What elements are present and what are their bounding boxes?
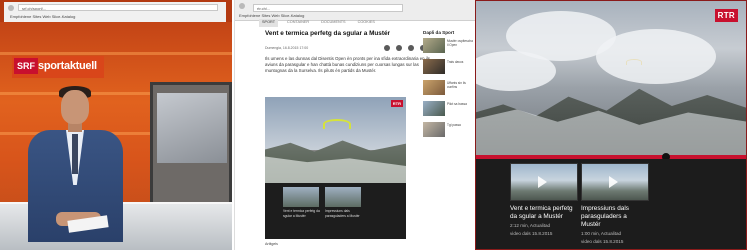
sidebar-item[interactable]: Uffants sin ils cunfins — [423, 80, 475, 99]
presenter — [28, 82, 138, 242]
related-videos-panel: Vent e termica perfetg da sgular a Musté… — [476, 159, 746, 249]
presenter-tie — [72, 134, 78, 174]
article-headline: Vent e termica perfetg da sgular a Musté… — [265, 30, 391, 37]
article-meta: Dumengia, 16.8.2015 17:00 — [265, 46, 309, 50]
sidebar-item[interactable]: Tgi passa — [423, 122, 475, 141]
sidebar-heading: Dapli da Sport — [423, 30, 455, 35]
browser-chrome: srf.ch/sport/... Empfohlene Sites Web Sl… — [4, 2, 226, 23]
video-card-date: video dals 15.8.2015 — [581, 239, 624, 244]
sidebar-thumb — [423, 122, 445, 137]
site-nav: SPORT CONTAINER DOCUMENTS COOKIES — [259, 19, 378, 27]
sidebar-item-label: Trais davos — [447, 60, 464, 64]
bookmarks-bar[interactable]: Empfohlene Sites Web Slice-Katalog — [10, 14, 75, 19]
related-video-label[interactable]: Impressiuns dals parasguladers a Mustér — [325, 209, 363, 218]
fullscreen-player-panel: RTR Vent e termica perfetg da sgular a M… — [475, 0, 747, 250]
srf-logo: SRF — [14, 58, 38, 74]
studio-scene: SRF sportaktuell — [0, 22, 232, 250]
tv-broadcast-panel: srf.ch/sport/... Empfohlene Sites Web Sl… — [0, 0, 232, 250]
video-card-thumb[interactable] — [510, 163, 578, 201]
sidebar-thumb — [423, 59, 445, 74]
rtr-logo: RTR — [714, 9, 738, 22]
sidebar-item[interactable]: Pilot sa bassa — [423, 101, 475, 120]
back-icon[interactable] — [239, 3, 245, 9]
share-actions — [384, 45, 426, 51]
sidebar-thumb — [423, 38, 445, 53]
share-icon[interactable] — [384, 45, 390, 51]
related-videos-strip: Vent e termica perfetg da sgular a Musté… — [265, 183, 406, 239]
address-bar[interactable]: rtr.ch/... — [253, 4, 403, 12]
nav-item[interactable]: SPORT — [259, 19, 279, 27]
cloud — [596, 29, 716, 84]
sidebar-item-label: Uffants sin ils cunfins — [447, 81, 466, 89]
related-video-thumb[interactable] — [283, 187, 319, 207]
video-card-duration: 2:12 min, Actualitad — [510, 223, 551, 228]
sidebar-item-label: Tgi passa — [447, 123, 461, 127]
mail-icon[interactable] — [408, 45, 414, 51]
studio-light-stripe — [0, 52, 232, 55]
sportaktuell-logo: sportaktuell — [38, 60, 97, 72]
paraglider-icon — [323, 119, 351, 129]
nav-item[interactable]: CONTAINER — [284, 19, 312, 27]
studio-monitor — [150, 82, 232, 212]
video-card[interactable]: Vent e termica perfetg da sgular a Musté… — [510, 163, 578, 237]
related-video-thumb[interactable] — [325, 187, 361, 207]
related-video-label[interactable]: Vent e termica perfetg da sgular a Musté… — [283, 209, 321, 218]
play-icon[interactable] — [538, 176, 547, 188]
video-card-duration: 1:00 min, Actualitad — [581, 231, 622, 236]
browser-chrome: rtr.ch/... Empfohlene Sites Web Slice-Ka… — [235, 0, 475, 21]
monitor-image — [157, 93, 227, 163]
play-icon[interactable] — [609, 176, 618, 188]
sidebar-thumb — [423, 101, 445, 116]
article-body: Ils umens e las dunnas dal Disentis Open… — [265, 56, 430, 73]
paraglider-icon — [626, 59, 642, 65]
sidebar-item-label: Pilot sa bassa — [447, 102, 467, 106]
address-bar[interactable]: srf.ch/sport/... — [18, 4, 218, 11]
rtr-logo: RTR — [390, 100, 403, 107]
back-icon[interactable] — [8, 5, 14, 11]
sidebar-item-label: Mustér ospitescha il Open — [447, 39, 473, 47]
presenter-head — [61, 90, 89, 124]
video-card-title[interactable]: Impressiuns dals parasguladers a Mustér — [581, 205, 647, 229]
video-card-thumb[interactable] — [581, 163, 649, 201]
video-frame[interactable] — [476, 1, 746, 159]
nav-item[interactable]: DOCUMENTS — [318, 19, 348, 27]
nav-item[interactable]: COOKIES — [355, 19, 378, 27]
video-card-title[interactable]: Vent e termica perfetg da sgular a Musté… — [510, 205, 576, 221]
bookmarks-bar[interactable]: Empfohlene Sites Web Slice-Katalog — [239, 13, 304, 18]
article-page-panel: rtr.ch/... Empfohlene Sites Web Slice-Ka… — [234, 0, 475, 250]
video-card-date: video dals 15.8.2015 — [510, 231, 553, 236]
print-icon[interactable] — [396, 45, 402, 51]
footer-label[interactable]: Artitgels — [265, 242, 278, 246]
sidebar-item[interactable]: Trais davos — [423, 59, 475, 78]
sidebar-item[interactable]: Mustér ospitescha il Open — [423, 38, 475, 57]
sidebar: Dapli da Sport Mustér ospitescha il Open… — [423, 30, 475, 143]
video-card[interactable]: Impressiuns dals parasguladers a Mustér … — [581, 163, 649, 245]
sidebar-thumb — [423, 80, 445, 95]
video-player[interactable]: RTR — [265, 97, 406, 183]
screenshot-collage: srf.ch/sport/... Empfohlene Sites Web Sl… — [0, 0, 747, 250]
cloud — [476, 51, 556, 91]
